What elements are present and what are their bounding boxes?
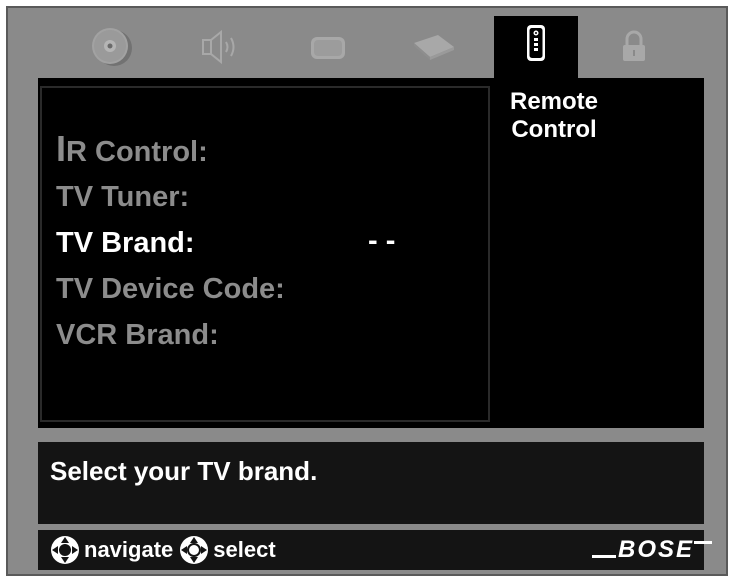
help-message-text: Select your TV brand. [50,456,318,486]
menu-item-label-initial: I [56,128,67,169]
menu-item-label: R Control: [66,136,208,168]
menu-item-label: TV Brand: [56,227,195,259]
panel-title: Remote Control [494,88,614,144]
remote-icon [527,25,545,61]
logo-underline [591,555,616,558]
logo-text: BOSE [617,536,694,563]
screen-icon [311,37,345,59]
menu-frame: Remote Control IR Control: TV Tuner: TV … [6,6,728,576]
tab-audio[interactable] [190,20,250,74]
help-message: Select your TV brand. [38,442,704,524]
tv-brand-value: - - [368,225,396,257]
menu-item-ir-control[interactable]: IR Control: [56,131,208,169]
navigate-label: navigate [84,537,174,562]
tab-connections[interactable] [404,20,464,74]
menu-item-vcr-brand[interactable]: VCR Brand: [56,318,219,352]
tab-remote-control[interactable] [494,16,578,86]
menu-item-tv-brand[interactable]: TV Brand: [56,226,195,260]
menu-item-tv-tuner[interactable]: TV Tuner: [56,180,189,214]
panel-title-line1: Remote [509,88,599,115]
panel-title-line2: Control [511,116,597,143]
menu-item-label: TV Tuner: [56,181,190,213]
dpad-select-icon [180,536,209,564]
navigate-hint: navigate [50,535,173,565]
tab-lock[interactable] [604,20,664,74]
lock-icon [623,30,645,61]
cable-icon [414,35,454,60]
disc-icon [92,28,132,66]
tab-disc[interactable] [82,20,142,74]
tab-video[interactable] [298,20,358,74]
dpad-icon [51,536,79,564]
menu-item-label: TV Device Code: [56,273,285,305]
logo-overline [694,541,712,544]
bose-logo: BOSE [591,536,712,564]
footer-bar: navigate select BOSE [38,530,712,570]
speaker-icon [202,29,235,65]
select-hint: select [179,535,276,565]
select-label: select [213,537,276,562]
menu-item-label: VCR Brand: [56,319,219,351]
menu-item-tv-device-code[interactable]: TV Device Code: [56,272,285,306]
